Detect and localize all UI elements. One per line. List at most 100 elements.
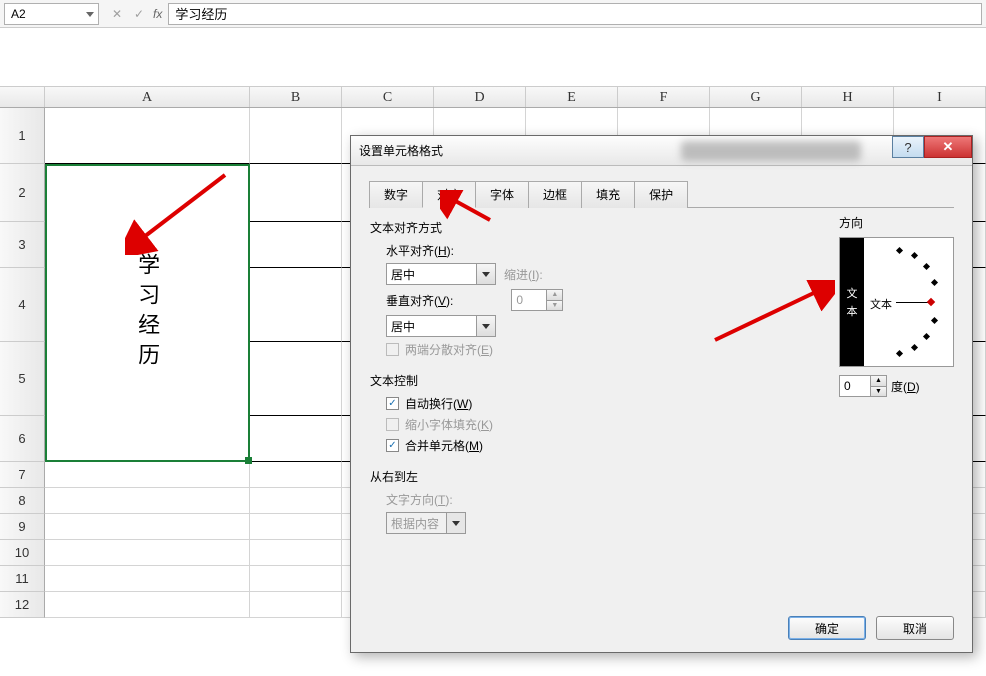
cell[interactable] [250, 592, 342, 618]
tab-protection[interactable]: 保护 [634, 181, 688, 208]
group-title: 方向 [839, 214, 954, 231]
help-button[interactable]: ? [892, 136, 924, 158]
v-align-label: 垂直对齐(V): [386, 292, 453, 309]
text-direction-label: 文字方向(T): [386, 491, 453, 508]
h-align-combo[interactable]: 居中 [386, 263, 496, 285]
cell[interactable] [250, 514, 342, 540]
merge-cells-checkbox[interactable]: ✓ [386, 439, 399, 452]
cell[interactable] [250, 462, 342, 488]
orientation-dial[interactable]: 文本 [864, 238, 953, 366]
col-header-G[interactable]: G [710, 87, 802, 107]
col-header-A[interactable]: A [45, 87, 250, 107]
cell[interactable] [250, 488, 342, 514]
cell[interactable] [250, 342, 342, 416]
cell[interactable] [250, 164, 342, 222]
spinner-value: 0 [844, 379, 851, 393]
row-header-5[interactable]: 5 [0, 342, 45, 416]
row-header-8[interactable]: 8 [0, 488, 45, 514]
name-box-value: A2 [11, 7, 26, 21]
row-header-6[interactable]: 6 [0, 416, 45, 462]
cell[interactable] [45, 462, 250, 488]
dial-label: 文本 [870, 296, 892, 312]
col-header-D[interactable]: D [434, 87, 526, 107]
row-header-2[interactable]: 2 [0, 164, 45, 222]
close-button[interactable]: ✕ [924, 136, 972, 158]
confirm-icon[interactable]: ✓ [131, 7, 147, 21]
col-header-E[interactable]: E [526, 87, 618, 107]
cell[interactable] [45, 108, 250, 164]
select-all-corner[interactable] [0, 87, 45, 107]
dialog-title: 设置单元格格式 [359, 142, 443, 159]
combo-value: 居中 [391, 318, 415, 335]
tab-number[interactable]: 数字 [369, 181, 423, 208]
name-box[interactable]: A2 [4, 3, 99, 25]
justify-distributed-label: 两端分散对齐(E) [405, 341, 493, 358]
col-header-H[interactable]: H [802, 87, 894, 107]
cell-text: 学习经历 [130, 253, 165, 373]
cell[interactable] [250, 268, 342, 342]
group-title: 从右到左 [370, 468, 953, 485]
formula-input[interactable]: 学习经历 [168, 3, 982, 25]
combo-value: 居中 [391, 266, 415, 283]
shrink-fit-checkbox [386, 418, 399, 431]
wrap-text-checkbox[interactable]: ✓ [386, 397, 399, 410]
dialog-titlebar[interactable]: 设置单元格格式 ? ✕ [351, 136, 972, 166]
cell[interactable] [250, 222, 342, 268]
row-header-7[interactable]: 7 [0, 462, 45, 488]
cell[interactable] [250, 108, 342, 164]
annotation-arrow-icon [440, 190, 500, 230]
degree-spinner[interactable]: 0▲▼ [839, 375, 887, 397]
cell[interactable] [250, 540, 342, 566]
degree-label: 度(D) [891, 378, 920, 395]
orientation-control[interactable]: 文 本 文本 [839, 237, 954, 367]
vert-char: 文 [847, 285, 858, 301]
ok-button[interactable]: 确定 [788, 616, 866, 640]
orientation-group: 方向 文 本 文本 [839, 214, 954, 397]
annotation-arrow-icon [125, 165, 235, 255]
shrink-fit-label: 缩小字体填充(K) [405, 416, 493, 433]
formula-bar: A2 ✕ ✓ fx 学习经历 [0, 0, 986, 28]
tab-fill[interactable]: 填充 [581, 181, 635, 208]
wrap-text-label: 自动换行(W) [405, 395, 472, 412]
row-header-10[interactable]: 10 [0, 540, 45, 566]
formula-text: 学习经历 [175, 4, 227, 23]
spinner-value: 0 [516, 293, 523, 307]
cell[interactable] [45, 488, 250, 514]
cancel-icon[interactable]: ✕ [109, 7, 125, 21]
cell[interactable] [45, 514, 250, 540]
row-header-3[interactable]: 3 [0, 222, 45, 268]
text-direction-combo: 根据内容 [386, 512, 466, 534]
row-header-11[interactable]: 11 [0, 566, 45, 592]
row-header-9[interactable]: 9 [0, 514, 45, 540]
cell[interactable] [250, 566, 342, 592]
merge-cells-label: 合并单元格(M) [405, 437, 483, 454]
v-align-combo[interactable]: 居中 [386, 315, 496, 337]
indent-label: 缩进(I): [504, 266, 543, 283]
combo-value: 根据内容 [391, 515, 439, 532]
row-header-1[interactable]: 1 [0, 108, 45, 164]
col-header-I[interactable]: I [894, 87, 986, 107]
rtl-group: 从右到左 文字方向(T): 根据内容 [369, 467, 954, 539]
cell[interactable] [45, 566, 250, 592]
row-header-12[interactable]: 12 [0, 592, 45, 618]
dialog-buttons: 确定 取消 [788, 616, 954, 640]
fill-handle[interactable] [245, 457, 252, 464]
h-align-label: 水平对齐(H): [386, 242, 454, 259]
annotation-arrow-icon [705, 280, 835, 350]
cell[interactable] [250, 416, 342, 462]
row-header-4[interactable]: 4 [0, 268, 45, 342]
fx-icon[interactable]: fx [153, 7, 162, 21]
vert-char: 本 [847, 303, 858, 319]
cell[interactable] [45, 540, 250, 566]
justify-distributed-checkbox [386, 343, 399, 356]
col-header-C[interactable]: C [342, 87, 434, 107]
col-header-F[interactable]: F [618, 87, 710, 107]
tab-border[interactable]: 边框 [528, 181, 582, 208]
cancel-button[interactable]: 取消 [876, 616, 954, 640]
blurred-region [681, 141, 861, 161]
cell[interactable] [45, 592, 250, 618]
col-header-B[interactable]: B [250, 87, 342, 107]
column-headers: A B C D E F G H I [0, 86, 986, 108]
indent-spinner: 0▲▼ [511, 289, 563, 311]
vertical-text-button[interactable]: 文 本 [840, 238, 864, 366]
